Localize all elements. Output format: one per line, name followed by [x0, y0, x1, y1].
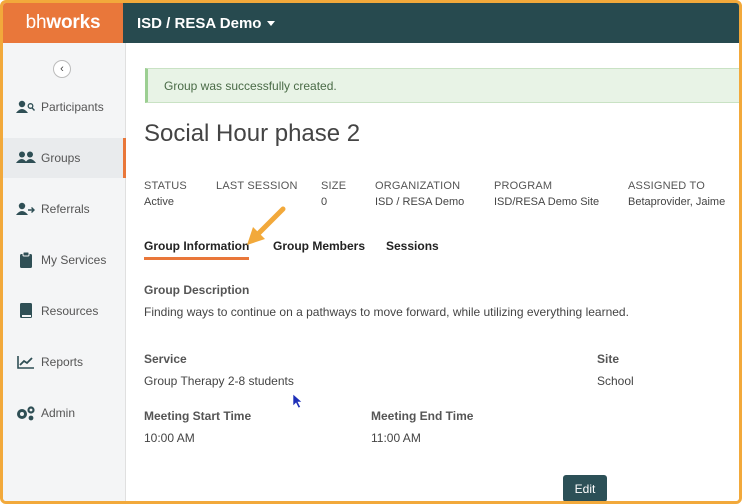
- participants-icon: [15, 100, 37, 114]
- meta-value: Betaprovider, Jaime: [628, 196, 726, 208]
- meta-assigned-to: ASSIGNED TO Betaprovider, Jaime: [628, 180, 725, 208]
- logo-bold-text: works: [46, 12, 101, 33]
- sidebar-item-label: Reports: [41, 355, 84, 369]
- sidebar-item-reports[interactable]: Reports: [3, 342, 125, 382]
- top-bar: ISD / RESA Demo: [123, 3, 739, 43]
- referrals-icon: [15, 202, 37, 216]
- collapse-sidebar-button[interactable]: ‹: [53, 60, 71, 78]
- sidebar-item-label: Participants: [41, 100, 104, 114]
- sidebar-item-resources[interactable]: Resources: [3, 291, 125, 331]
- meta-value: Active: [144, 196, 174, 208]
- meta-last-session: LAST SESSION: [216, 180, 298, 196]
- description-text: Finding ways to continue on a pathways t…: [144, 305, 629, 319]
- meeting-start-label: Meeting Start Time: [144, 409, 252, 423]
- meta-organization: ORGANIZATION ISD / RESA Demo: [375, 180, 464, 208]
- meeting-end-value: 11:00 AM: [371, 431, 421, 445]
- meta-label: STATUS: [144, 180, 187, 192]
- meta-label: LAST SESSION: [216, 180, 298, 192]
- sidebar-item-label: Admin: [41, 406, 76, 420]
- chevron-left-icon: ‹: [60, 63, 64, 75]
- meta-size: SIZE 0: [321, 180, 346, 208]
- page-title: Social Hour phase 2: [144, 120, 361, 147]
- groups-icon: [15, 151, 37, 165]
- sidebar-item-groups[interactable]: Groups: [3, 138, 126, 178]
- sidebar-item-referrals[interactable]: Referrals: [3, 189, 125, 229]
- meta-label: ORGANIZATION: [375, 180, 461, 192]
- description-label: Group Description: [144, 283, 250, 297]
- logo-light-text: bh: [25, 12, 47, 33]
- sidebar-item-label: Groups: [41, 151, 81, 165]
- app-window: bh works ISD / RESA Demo ‹ Participants G…: [0, 0, 742, 504]
- alert-message: Group was successfully created.: [164, 78, 337, 93]
- service-value: Group Therapy 2-8 students: [144, 374, 294, 388]
- meta-program: PROGRAM ISD/RESA Demo Site: [494, 180, 599, 208]
- brand-logo[interactable]: bh works: [3, 3, 123, 43]
- clipboard-icon: [15, 252, 37, 268]
- sidebar-item-participants[interactable]: Participants: [3, 87, 125, 127]
- meta-value: ISD/RESA Demo Site: [494, 196, 600, 208]
- org-name: ISD / RESA Demo: [137, 14, 262, 32]
- tab-sessions[interactable]: Sessions: [386, 239, 439, 253]
- sidebar-item-my-services[interactable]: My Services: [3, 240, 125, 280]
- sidebar-item-label: Referrals: [41, 202, 90, 216]
- org-switcher-dropdown[interactable]: ISD / RESA Demo: [137, 14, 276, 32]
- book-icon: [15, 303, 37, 319]
- main-content: Group was successfully created. Social H…: [126, 43, 739, 501]
- sidebar: ‹ Participants Groups Referrals My Servi: [3, 43, 126, 501]
- chart-icon: [15, 355, 37, 369]
- meta-label: PROGRAM: [494, 180, 553, 192]
- meta-label: ASSIGNED TO: [628, 180, 705, 192]
- edit-button[interactable]: Edit: [563, 475, 607, 501]
- site-value: School: [597, 374, 634, 388]
- service-label: Service: [144, 352, 187, 366]
- meeting-end-label: Meeting End Time: [371, 409, 474, 423]
- meta-value: ISD / RESA Demo: [375, 196, 465, 208]
- success-alert: Group was successfully created.: [145, 68, 739, 103]
- caret-down-icon: [267, 20, 276, 26]
- site-label: Site: [597, 352, 620, 366]
- meta-label: SIZE: [321, 180, 347, 192]
- sidebar-item-label: My Services: [41, 253, 107, 267]
- meeting-start-value: 10:00 AM: [144, 431, 195, 445]
- sidebar-item-admin[interactable]: Admin: [3, 393, 125, 433]
- mouse-pointer-icon: [292, 393, 303, 409]
- sidebar-item-label: Resources: [41, 304, 99, 318]
- meta-status: STATUS Active: [144, 180, 187, 208]
- tab-group-information[interactable]: Group Information: [144, 239, 250, 260]
- gears-icon: [15, 405, 37, 421]
- annotation-arrow-icon: [247, 206, 286, 245]
- meta-value: 0: [321, 196, 328, 208]
